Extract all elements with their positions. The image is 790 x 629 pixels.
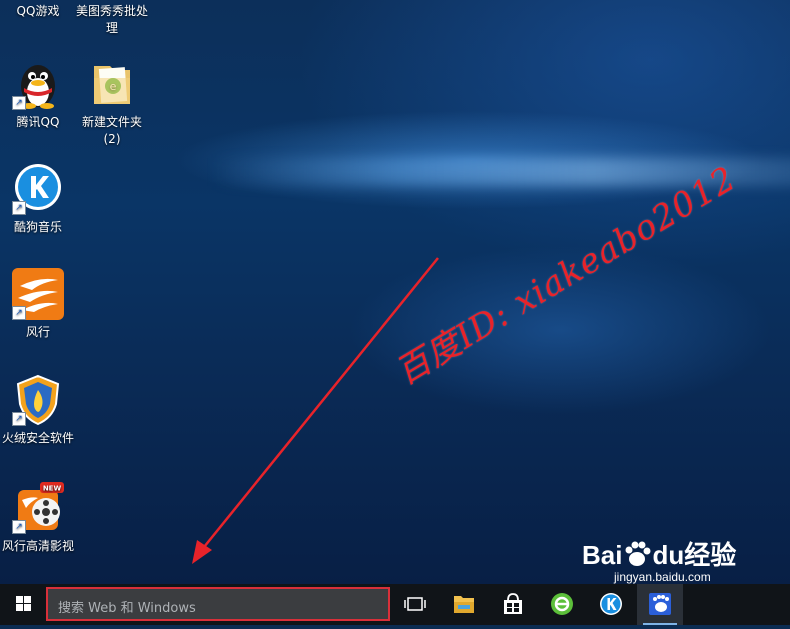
search-placeholder: 搜索 Web 和 Windows (58, 601, 196, 616)
folder-icon (454, 596, 474, 613)
store-icon (504, 593, 522, 614)
browser-button[interactable] (539, 584, 585, 625)
desktop: QQ游戏 美图秀秀批处理 ↗ 腾讯QQ e (0, 0, 790, 584)
kugou-taskbar-button[interactable] (588, 584, 634, 625)
kugou-icon (600, 593, 622, 615)
baidu-app-icon (649, 593, 671, 615)
baidu-taskbar-button[interactable] (637, 584, 683, 625)
baidu-site-url: jingyan.baidu.com (614, 570, 711, 584)
browser-e-icon (551, 593, 573, 615)
taskbar: 搜索 Web 和 Windows (0, 584, 790, 625)
baidu-jingyan-text: 经验 (684, 540, 737, 570)
baidu-du-text: du (652, 540, 685, 570)
store-button[interactable] (490, 584, 536, 625)
baidu-paw-icon (622, 540, 652, 568)
windows-logo-icon (16, 596, 31, 611)
baidu-brand-text: Bai (582, 540, 623, 570)
annotation-arrow (192, 257, 439, 564)
file-explorer-button[interactable] (441, 584, 487, 625)
search-input[interactable]: 搜索 Web 和 Windows (46, 587, 390, 621)
task-view-icon (404, 597, 426, 611)
task-view-button[interactable] (392, 584, 438, 625)
start-button[interactable] (0, 584, 46, 625)
